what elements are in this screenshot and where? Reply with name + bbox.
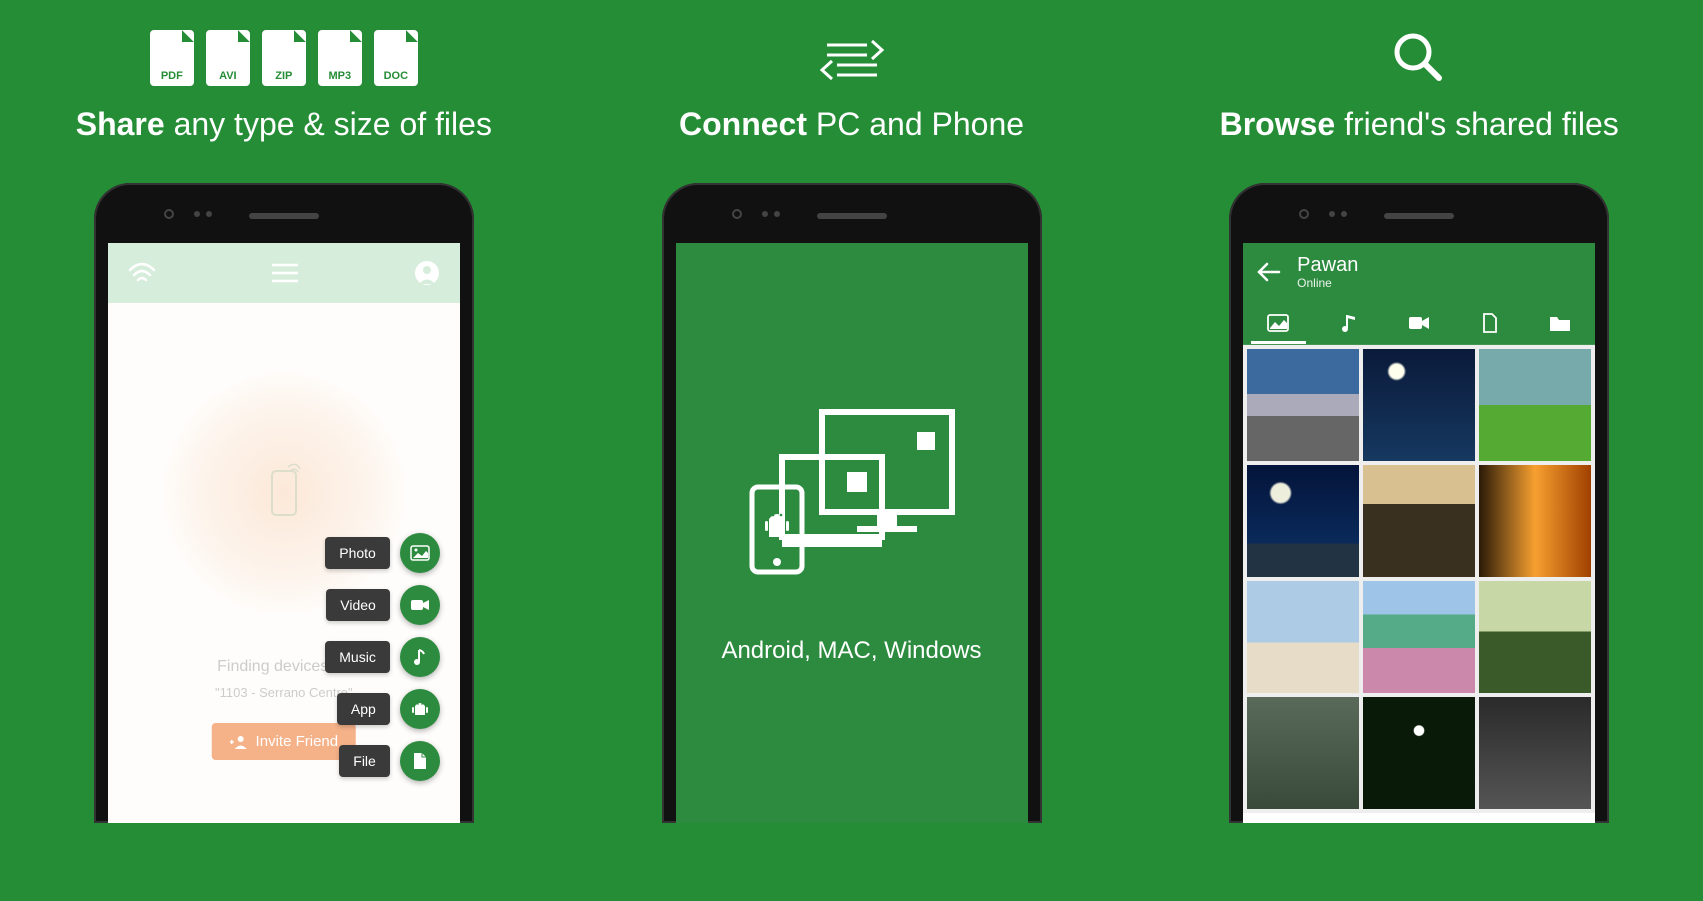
share-app-header xyxy=(108,243,460,303)
browse-headline: Browse friend's shared files xyxy=(1220,106,1619,143)
mp3-icon: MP3 xyxy=(318,30,362,86)
photo-thumbnail[interactable] xyxy=(1363,697,1475,809)
media-tabs xyxy=(1243,301,1595,345)
column-browse: Browse friend's shared files Pawan Onlin… xyxy=(1155,30,1683,823)
music-icon xyxy=(400,637,440,677)
fab-file-label: File xyxy=(339,745,390,777)
fab-video-label: Video xyxy=(326,589,390,621)
photo-thumbnail[interactable] xyxy=(1247,697,1359,809)
fab-music-label: Music xyxy=(325,641,390,673)
profile-icon[interactable] xyxy=(414,260,440,286)
fab-app-label: App xyxy=(337,693,390,725)
photo-thumbnail[interactable] xyxy=(1247,581,1359,693)
photo-icon xyxy=(400,533,440,573)
column-connect: Connect PC and Phone xyxy=(588,30,1116,823)
file-tab-icon xyxy=(1482,313,1498,333)
fab-video[interactable]: Video xyxy=(326,585,440,625)
fab-menu: Photo Video Music App xyxy=(325,533,440,781)
fab-photo-label: Photo xyxy=(325,537,390,569)
zip-icon: ZIP xyxy=(262,30,306,86)
photo-thumbnail[interactable] xyxy=(1363,349,1475,461)
menu-icon[interactable] xyxy=(272,263,298,283)
browse-app-header: Pawan Online xyxy=(1243,243,1595,301)
tab-music[interactable] xyxy=(1314,301,1384,344)
share-body: Finding devices on "1103 - Serrano Centr… xyxy=(108,303,460,823)
photos-tab-icon xyxy=(1267,314,1289,332)
tab-folders[interactable] xyxy=(1525,301,1595,344)
device-searching-icon xyxy=(260,463,308,523)
fab-file[interactable]: File xyxy=(339,741,440,781)
search-icon xyxy=(1391,30,1447,86)
phone-connect: Android, MAC, Windows xyxy=(662,183,1042,823)
music-tab-icon xyxy=(1341,313,1357,333)
pdf-icon: PDF xyxy=(150,30,194,86)
photo-thumbnail[interactable] xyxy=(1479,349,1591,461)
fab-app[interactable]: App xyxy=(337,689,440,729)
wifi-icon xyxy=(128,262,156,284)
transfer-icon xyxy=(817,30,887,86)
add-user-icon xyxy=(230,735,248,749)
phone-share: Finding devices on "1103 - Serrano Centr… xyxy=(94,183,474,823)
photo-thumbnail[interactable] xyxy=(1479,697,1591,809)
tab-videos[interactable] xyxy=(1384,301,1454,344)
photo-thumbnail[interactable] xyxy=(1479,465,1591,577)
folder-tab-icon xyxy=(1549,314,1571,332)
phone-browse: Pawan Online xyxy=(1229,183,1609,823)
user-name-label: Pawan xyxy=(1297,254,1358,276)
screen-connect: Android, MAC, Windows xyxy=(676,243,1028,823)
back-arrow-icon[interactable] xyxy=(1257,262,1281,282)
avi-icon: AVI xyxy=(206,30,250,86)
file-type-icons: PDF AVI ZIP MP3 DOC xyxy=(150,30,418,86)
photo-thumbnail[interactable] xyxy=(1247,349,1359,461)
fab-music[interactable]: Music xyxy=(325,637,440,677)
screen-browse: Pawan Online xyxy=(1243,243,1595,823)
fab-photo[interactable]: Photo xyxy=(325,533,440,573)
tab-photos[interactable] xyxy=(1243,301,1313,344)
user-status-label: Online xyxy=(1297,276,1358,290)
promo-container: PDF AVI ZIP MP3 DOC Share any type & siz… xyxy=(0,0,1703,823)
connect-headline: Connect PC and Phone xyxy=(679,106,1024,143)
doc-icon: DOC xyxy=(374,30,418,86)
platforms-label: Android, MAC, Windows xyxy=(721,637,981,665)
video-icon xyxy=(400,585,440,625)
share-headline: Share any type & size of files xyxy=(76,106,492,143)
photo-thumbnail[interactable] xyxy=(1247,465,1359,577)
video-tab-icon xyxy=(1408,315,1430,331)
column-share: PDF AVI ZIP MP3 DOC Share any type & siz… xyxy=(20,30,548,823)
android-icon xyxy=(400,689,440,729)
photo-thumbnail[interactable] xyxy=(1363,581,1475,693)
photo-thumbnail[interactable] xyxy=(1479,581,1591,693)
tab-files[interactable] xyxy=(1454,301,1524,344)
file-icon xyxy=(400,741,440,781)
devices-illustration xyxy=(742,402,962,587)
photo-grid xyxy=(1243,345,1595,813)
photo-thumbnail[interactable] xyxy=(1363,465,1475,577)
screen-share: Finding devices on "1103 - Serrano Centr… xyxy=(108,243,460,823)
